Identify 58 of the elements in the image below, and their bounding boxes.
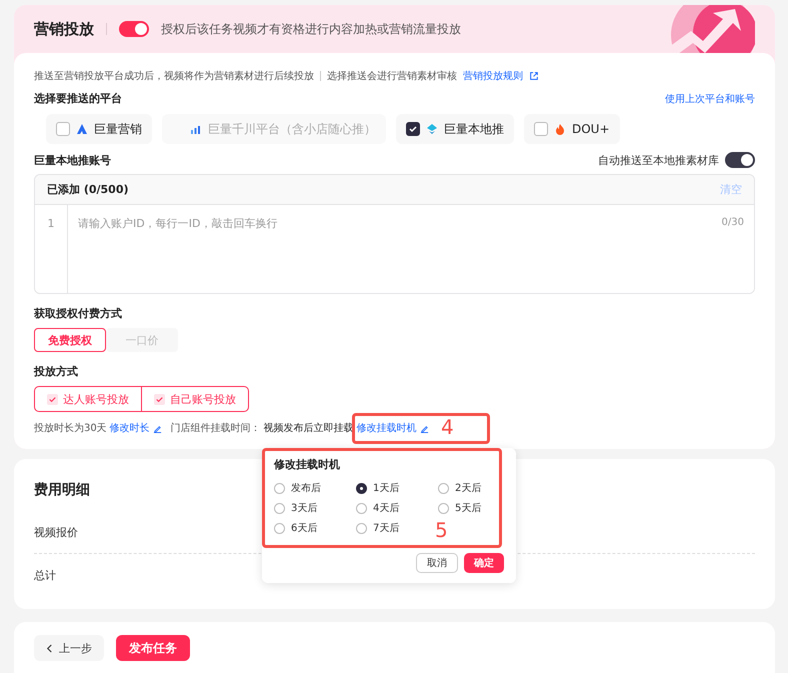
annotation-number: 4 bbox=[441, 417, 454, 437]
checkbox[interactable] bbox=[406, 122, 420, 136]
checkbox[interactable] bbox=[56, 122, 70, 136]
check-icon bbox=[154, 394, 165, 404]
edit-mount-link[interactable]: 修改挂载时机 bbox=[356, 421, 417, 435]
annotation-number: 5 bbox=[435, 520, 448, 540]
description: 授权后该任务视频才有资格进行内容加热或营销流量投放 bbox=[161, 20, 461, 38]
edit-duration-link[interactable]: 修改时长 bbox=[110, 421, 150, 435]
publish-button[interactable]: 发布任务 bbox=[116, 635, 190, 661]
flame-icon bbox=[554, 123, 566, 135]
character-counter: 0/30 bbox=[722, 217, 744, 228]
confirm-button[interactable]: 确定 bbox=[464, 553, 504, 573]
list-title: 已添加 (0/500) bbox=[47, 182, 129, 197]
section-title: 费用明细 bbox=[34, 481, 90, 499]
radio-option[interactable]: 7天后 bbox=[356, 521, 438, 535]
triangle-logo-icon bbox=[76, 123, 88, 135]
field-label: 投放方式 bbox=[34, 364, 79, 379]
radio-option[interactable]: 5天后 bbox=[438, 501, 508, 515]
fee-label: 总计 bbox=[34, 568, 56, 582]
checkbox[interactable] bbox=[534, 122, 548, 136]
platform-option[interactable]: 巨量本地推 bbox=[396, 114, 514, 144]
radio-option[interactable]: 1天后 bbox=[356, 481, 438, 495]
radio-option[interactable]: 4天后 bbox=[356, 501, 438, 515]
popover-title: 修改挂载时机 bbox=[274, 457, 341, 472]
diamond-logo-icon bbox=[426, 123, 438, 135]
line-number: 1 bbox=[48, 217, 54, 230]
payment-option[interactable]: 免费授权 bbox=[34, 328, 106, 352]
chevron-left-icon bbox=[46, 644, 53, 652]
check-icon bbox=[47, 394, 58, 404]
radio-option[interactable]: 发布后 bbox=[274, 481, 356, 495]
auto-push-label: 自动推送至本地推素材库 bbox=[598, 152, 719, 168]
mount-label: 门店组件挂载时间： bbox=[170, 422, 261, 435]
back-button[interactable]: 上一步 bbox=[34, 635, 104, 661]
fee-label: 视频报价 bbox=[34, 524, 78, 540]
bars-logo-icon bbox=[190, 123, 202, 135]
platform-option[interactable]: DOU+ bbox=[524, 114, 620, 144]
notice-text: 选择推送会进行营销素材审核 bbox=[327, 70, 457, 83]
check-icon bbox=[408, 124, 418, 134]
reuse-link[interactable]: 使用上次平台和账号 bbox=[665, 92, 755, 106]
radio-option[interactable]: 6天后 bbox=[274, 521, 356, 535]
notice-text: 推送至营销投放平台成功后，视频将作为营销素材进行后续投放 bbox=[34, 70, 314, 83]
field-label: 选择要推送的平台 bbox=[34, 91, 122, 106]
radio-option[interactable]: 2天后 bbox=[438, 481, 508, 495]
edit-icon bbox=[152, 424, 162, 432]
delivery-option[interactable]: 自己账号投放 bbox=[141, 386, 249, 412]
field-label: 巨量本地推账号 bbox=[34, 152, 111, 168]
radio-option[interactable]: 3天后 bbox=[274, 501, 356, 515]
delivery-option[interactable]: 达人账号投放 bbox=[34, 386, 142, 412]
duration-text: 投放时长为30天 bbox=[34, 422, 107, 435]
toggle-switch[interactable] bbox=[119, 21, 149, 37]
rules-link[interactable]: 营销投放规则 bbox=[463, 69, 523, 83]
toggle-switch[interactable] bbox=[725, 152, 755, 168]
cancel-button[interactable]: 取消 bbox=[416, 553, 458, 573]
external-link-icon bbox=[529, 71, 539, 81]
field-label: 获取授权付费方式 bbox=[34, 306, 123, 321]
section-title: 营销投放 bbox=[34, 20, 94, 38]
platform-option[interactable]: 巨量营销 bbox=[46, 114, 152, 144]
edit-icon bbox=[420, 424, 429, 432]
